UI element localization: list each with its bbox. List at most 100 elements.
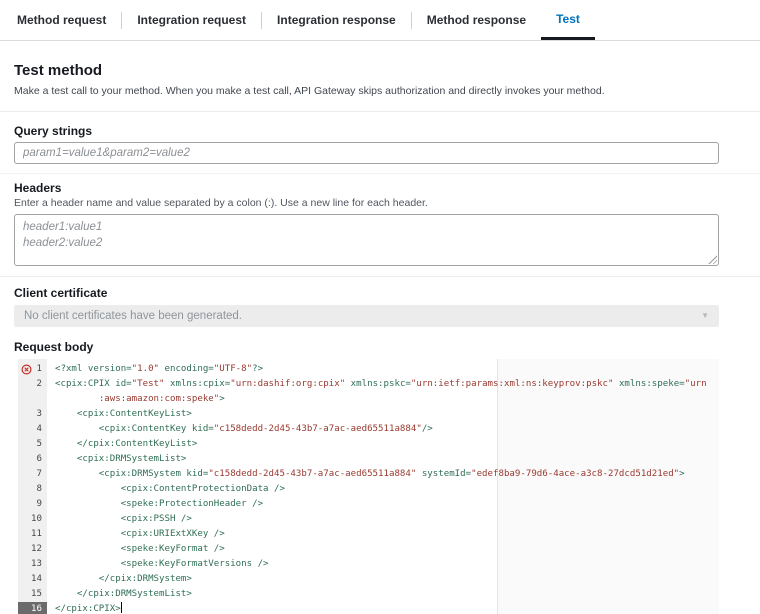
- code-tag: >: [679, 469, 684, 479]
- code-row: 10 <cpix:PSSH />: [18, 512, 719, 527]
- code-string: "urn: [685, 379, 707, 389]
- code-tag: />: [422, 424, 433, 434]
- code-string: :aws:amazon:com:speke": [99, 394, 219, 404]
- code-string: "c158dedd-2d45-43b7-a7ac-aed65511a884": [214, 424, 422, 434]
- code-string: "edef8ba9-79d6-4ace-a3c8-27dcd51d21ed": [471, 469, 679, 479]
- code-tag: <cpix:ContentKeyList>: [55, 409, 192, 419]
- code-row: :aws:amazon:com:speke">: [18, 392, 719, 407]
- headers-description: Enter a header name and value separated …: [14, 197, 719, 209]
- page-title: Test method: [14, 62, 719, 79]
- code-row: 8 <cpix:ContentProtectionData />: [18, 482, 719, 497]
- headers-textarea[interactable]: [14, 214, 719, 266]
- client-certificate-section: Client certificate No client certificate…: [0, 277, 760, 327]
- code-tag: xmlns:pskc=: [345, 379, 411, 389]
- code-line[interactable]: <cpix:DRMSystemList>: [47, 452, 719, 467]
- code-row: 6 <cpix:DRMSystemList>: [18, 452, 719, 467]
- code-line[interactable]: <speke:KeyFormatVersions />: [47, 557, 719, 572]
- code-tag: </cpix:ContentKeyList>: [55, 439, 197, 449]
- code-tag: </cpix:DRMSystem>: [55, 574, 192, 584]
- code-tag: <speke:KeyFormat />: [55, 544, 225, 554]
- code-line[interactable]: <speke:ProtectionHeader />: [47, 497, 719, 512]
- line-number: 4: [18, 422, 47, 437]
- line-number: 13: [18, 557, 47, 572]
- headers-section: Headers Enter a header name and value se…: [0, 174, 760, 276]
- page: Method requestIntegration requestIntegra…: [0, 0, 760, 614]
- error-icon: [21, 364, 32, 375]
- line-number: 12: [18, 542, 47, 557]
- line-number: 8: [18, 482, 47, 497]
- code-tag: </cpix:CPIX>: [55, 604, 121, 614]
- code-row: 13 <speke:KeyFormatVersions />: [18, 557, 719, 572]
- code-line[interactable]: <?xml version="1.0" encoding="UTF-8"?>: [47, 362, 719, 377]
- code-line[interactable]: </cpix:DRMSystem>: [47, 572, 719, 587]
- code-row: 12 <speke:KeyFormat />: [18, 542, 719, 557]
- line-number: 1: [18, 362, 47, 377]
- code-line[interactable]: </cpix:DRMSystemList>: [47, 587, 719, 602]
- code-row: 1<?xml version="1.0" encoding="UTF-8"?>: [18, 362, 719, 377]
- tab-method-response[interactable]: Method response: [412, 0, 541, 40]
- code-row: 15 </cpix:DRMSystemList>: [18, 587, 719, 602]
- client-certificate-selected-option: No client certificates have been generat…: [24, 310, 242, 322]
- code-tag: <cpix:PSSH />: [55, 514, 192, 524]
- code-tag: <cpix:DRMSystem kid=: [55, 469, 208, 479]
- code-line[interactable]: </cpix:ContentKeyList>: [47, 437, 719, 452]
- code-row: 9 <speke:ProtectionHeader />: [18, 497, 719, 512]
- headers-textarea-wrap: [14, 214, 719, 266]
- page-description: Make a test call to your method. When yo…: [14, 85, 719, 97]
- code-string: "UTF-8": [214, 364, 252, 374]
- tab-test[interactable]: Test: [541, 0, 595, 40]
- code-line[interactable]: <cpix:CPIX id="Test" xmlns:cpix="urn:das…: [47, 377, 719, 392]
- code-tag: </cpix:DRMSystemList>: [55, 589, 192, 599]
- headers-label: Headers: [14, 181, 719, 195]
- code-row: 14 </cpix:DRMSystem>: [18, 572, 719, 587]
- code-line[interactable]: </cpix:CPIX>: [47, 602, 719, 614]
- tab-bar: Method requestIntegration requestIntegra…: [0, 0, 760, 41]
- line-number: 11: [18, 527, 47, 542]
- code-tag: encoding=: [159, 364, 214, 374]
- code-tag: <speke:ProtectionHeader />: [55, 499, 263, 509]
- code-row: 5 </cpix:ContentKeyList>: [18, 437, 719, 452]
- tab-integration-response[interactable]: Integration response: [262, 0, 411, 40]
- code-tag: <cpix:CPIX id=: [55, 379, 132, 389]
- request-body-editor[interactable]: 1<?xml version="1.0" encoding="UTF-8"?>2…: [18, 359, 719, 614]
- line-number: 5: [18, 437, 47, 452]
- code-string: "urn:ietf:params:xml:ns:keyprov:pskc": [411, 379, 614, 389]
- text-cursor: [121, 602, 123, 613]
- code-tag: <cpix:ContentProtectionData />: [55, 484, 285, 494]
- code-tag: >: [219, 394, 224, 404]
- client-certificate-select[interactable]: No client certificates have been generat…: [14, 305, 719, 327]
- code-line[interactable]: <speke:KeyFormat />: [47, 542, 719, 557]
- code-rows: 1<?xml version="1.0" encoding="UTF-8"?>2…: [18, 359, 719, 614]
- code-line[interactable]: <cpix:ContentKeyList>: [47, 407, 719, 422]
- code-row: 4 <cpix:ContentKey kid="c158dedd-2d45-43…: [18, 422, 719, 437]
- code-tag: <speke:KeyFormatVersions />: [55, 559, 269, 569]
- query-strings-label: Query strings: [14, 124, 719, 138]
- tab-method-request[interactable]: Method request: [2, 0, 121, 40]
- code-text: [55, 394, 99, 404]
- code-row: 2<cpix:CPIX id="Test" xmlns:cpix="urn:da…: [18, 377, 719, 392]
- query-strings-input[interactable]: [14, 142, 719, 164]
- request-body-section: Request body: [0, 327, 760, 354]
- code-tag: ?>: [252, 364, 263, 374]
- code-row: 7 <cpix:DRMSystem kid="c158dedd-2d45-43b…: [18, 467, 719, 482]
- intro-section: Test method Make a test call to your met…: [0, 41, 760, 111]
- request-body-label: Request body: [14, 340, 719, 354]
- code-line[interactable]: <cpix:PSSH />: [47, 512, 719, 527]
- code-tag: <cpix:URIExtXKey />: [55, 529, 225, 539]
- code-tag: <?xml version=: [55, 364, 132, 374]
- tab-integration-request[interactable]: Integration request: [122, 0, 261, 40]
- code-line[interactable]: <cpix:ContentKey kid="c158dedd-2d45-43b7…: [47, 422, 719, 437]
- code-row: 3 <cpix:ContentKeyList>: [18, 407, 719, 422]
- client-certificate-label: Client certificate: [14, 286, 719, 300]
- line-number: 10: [18, 512, 47, 527]
- code-tag: xmlns:cpix=: [165, 379, 231, 389]
- line-number: 16: [18, 602, 47, 614]
- line-number: 2: [18, 377, 47, 392]
- code-line[interactable]: <cpix:DRMSystem kid="c158dedd-2d45-43b7-…: [47, 467, 719, 482]
- code-line[interactable]: :aws:amazon:com:speke">: [47, 392, 719, 407]
- line-number: 15: [18, 587, 47, 602]
- code-tag: systemId=: [416, 469, 471, 479]
- code-line[interactable]: <cpix:URIExtXKey />: [47, 527, 719, 542]
- code-tag: xmlns:speke=: [613, 379, 684, 389]
- code-line[interactable]: <cpix:ContentProtectionData />: [47, 482, 719, 497]
